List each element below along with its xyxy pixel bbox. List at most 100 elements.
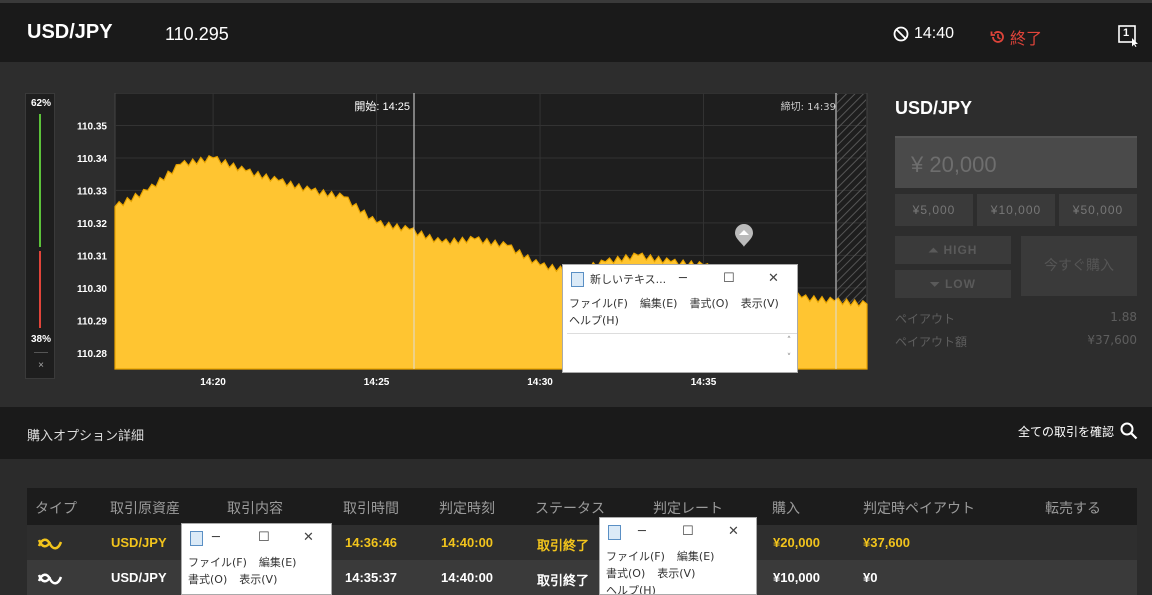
menu-view[interactable]: 表示(V) <box>657 567 695 580</box>
row-judge-time: 14:40:00 <box>441 570 494 585</box>
start-label: 開始: 14:25 <box>354 99 410 113</box>
maximize-button[interactable]: ☐ <box>682 524 694 539</box>
trade-panel: USD/JPY ¥ 20,000 ¥5,000 ¥10,000 ¥50,000 … <box>895 90 1137 349</box>
ratio-close-button[interactable]: × <box>26 360 56 371</box>
close-button[interactable]: ✕ <box>768 271 779 286</box>
y-tick-label: 110.31 <box>77 251 107 262</box>
notepad-icon <box>608 524 621 540</box>
col-status: ステータス <box>535 501 605 517</box>
close-label: 締切: 14:39 <box>781 100 836 113</box>
clock: 14:40 <box>893 25 954 43</box>
menu-help[interactable]: ヘルプ(H) <box>569 314 619 327</box>
low-ratio-fill <box>39 251 41 328</box>
low-label: LOW <box>944 277 976 291</box>
notepad-title: 新しいテキス... <box>590 273 667 286</box>
table-header: タイプ 取引原資産 取引内容 取引時間 判定時刻 ステータス 判定レート 購入 … <box>27 488 1137 525</box>
notepad-menubar: ファイル(F) 編集(E) 書式(O) 表示(V) <box>182 552 331 590</box>
quick-amount-5000[interactable]: ¥5,000 <box>895 194 973 226</box>
minimize-button[interactable]: ─ <box>212 530 220 545</box>
x-tick-label: 14:35 <box>691 377 717 388</box>
notepad-scrollbar[interactable]: ˄ ˅ <box>783 333 795 371</box>
low-ratio-label: 38% <box>30 334 51 345</box>
row-payout: ¥37,600 <box>863 535 910 550</box>
minimize-button[interactable]: ─ <box>638 524 646 539</box>
notepad-menubar: ファイル(F) 編集(E) 書式(O) 表示(V) ヘルプ(H) <box>563 293 797 331</box>
window-toggle-button[interactable]: 1 <box>1118 25 1138 47</box>
asset-pair: USD/JPY <box>27 21 113 43</box>
row-purchase: ¥20,000 <box>773 535 820 550</box>
quick-amount-50000[interactable]: ¥50,000 <box>1059 194 1137 226</box>
notepad-window[interactable]: ─ ☐ ✕ ファイル(F) 編集(E) 書式(O) 表示(V) <box>181 523 332 595</box>
menu-edit[interactable]: 編集(E) <box>640 297 678 310</box>
row-trade-time: 14:35:37 <box>345 570 398 585</box>
sentiment-ratio-bar: 62% 38% × <box>25 93 55 379</box>
x-tick-label: 14:30 <box>527 377 553 388</box>
col-asset: 取引原資産 <box>110 501 180 517</box>
menu-view[interactable]: 表示(V) <box>741 297 779 310</box>
view-all-trades-link[interactable]: 全ての取引を確認 <box>1018 422 1138 440</box>
close-button[interactable]: ✕ <box>303 530 314 545</box>
y-tick-label: 110.29 <box>77 316 107 327</box>
maximize-button[interactable]: ☐ <box>258 530 270 545</box>
menu-file[interactable]: ファイル(F) <box>188 556 247 569</box>
row-purchase: ¥10,000 <box>773 570 820 585</box>
menu-format[interactable]: 書式(O) <box>188 573 227 586</box>
menu-edit[interactable]: 編集(E) <box>677 550 715 563</box>
y-tick-label: 110.30 <box>77 284 107 295</box>
maximize-button[interactable]: ☐ <box>723 271 735 286</box>
payout-label: ペイアウト <box>895 312 956 326</box>
menu-help[interactable]: ヘルプ(H) <box>606 584 656 594</box>
purchase-details-bar: 購入オプション詳細 全ての取引を確認 <box>0 407 1152 459</box>
col-judge-time: 判定時刻 <box>439 501 495 517</box>
window-badge: 1 <box>1123 27 1130 39</box>
top-bar: USD/JPY 110.295 14:40 終了 1 <box>0 0 1152 62</box>
col-content: 取引内容 <box>227 501 283 517</box>
menu-view[interactable]: 表示(V) <box>239 573 277 586</box>
close-button[interactable]: ✕ <box>728 524 739 539</box>
current-price: 110.295 <box>165 24 229 44</box>
notepad-titlebar[interactable]: ─ ☐ ✕ <box>182 524 331 552</box>
search-icon <box>1120 422 1138 440</box>
y-tick-label: 110.28 <box>77 349 107 360</box>
row-asset: USD/JPY <box>111 570 167 585</box>
amount-input[interactable]: ¥ 20,000 <box>895 136 1137 188</box>
payout-row: ペイアウト 1.88 <box>895 310 1137 327</box>
notepad-text-area[interactable] <box>567 333 797 371</box>
row-asset: USD/JPY <box>111 535 167 550</box>
notepad-icon <box>190 530 203 546</box>
y-tick-label: 110.33 <box>77 186 107 197</box>
high-label: HIGH <box>943 243 978 257</box>
menu-file[interactable]: ファイル(F) <box>569 297 628 310</box>
quick-amount-10000[interactable]: ¥10,000 <box>977 194 1055 226</box>
menu-format[interactable]: 書式(O) <box>689 297 728 310</box>
notepad-window[interactable]: ─ ☐ ✕ ファイル(F) 編集(E) 書式(O) 表示(V) ヘルプ(H) <box>599 517 757 595</box>
no-entry-icon <box>893 26 909 42</box>
notepad-titlebar[interactable]: ─ ☐ ✕ <box>600 518 756 546</box>
menu-edit[interactable]: 編集(E) <box>259 556 297 569</box>
minimize-button[interactable]: ─ <box>679 271 687 286</box>
buy-now-button[interactable]: 今すぐ購入 <box>1021 236 1137 296</box>
menu-file[interactable]: ファイル(F) <box>606 550 665 563</box>
high-ratio-fill <box>39 114 41 247</box>
notepad-window[interactable]: 新しいテキス... ─ ☐ ✕ ファイル(F) 編集(E) 書式(O) 表示(V) ヘ… <box>562 264 798 373</box>
y-tick-label: 110.32 <box>77 219 107 230</box>
col-type: タイプ <box>35 501 77 517</box>
y-tick-label: 110.35 <box>77 121 107 132</box>
menu-format[interactable]: 書式(O) <box>606 567 645 580</box>
trades-table: タイプ 取引原資産 取引内容 取引時間 判定時刻 ステータス 判定レート 購入 … <box>0 459 1152 595</box>
row-trade-time: 14:36:46 <box>345 535 398 550</box>
notepad-titlebar[interactable]: 新しいテキス... ─ ☐ ✕ <box>563 265 797 293</box>
col-resell: 転売する <box>1045 501 1101 517</box>
chart-x-ticks: 14:20 14:25 14:30 14:35 <box>200 377 716 388</box>
trade-panel-title: USD/JPY <box>895 98 973 118</box>
highlow-icon <box>37 538 63 550</box>
row-payout: ¥0 <box>863 570 878 585</box>
col-trade-time: 取引時間 <box>343 501 399 517</box>
end-button[interactable]: 終了 <box>990 25 1042 49</box>
highlow-icon <box>37 573 63 585</box>
high-ratio-label: 62% <box>30 98 51 109</box>
y-tick-label: 110.34 <box>77 154 107 165</box>
high-button[interactable]: ⏶ HIGH <box>895 236 1011 264</box>
low-button[interactable]: ⏷ LOW <box>895 270 1011 298</box>
payout-amount-value: ¥37,600 <box>1087 333 1137 347</box>
